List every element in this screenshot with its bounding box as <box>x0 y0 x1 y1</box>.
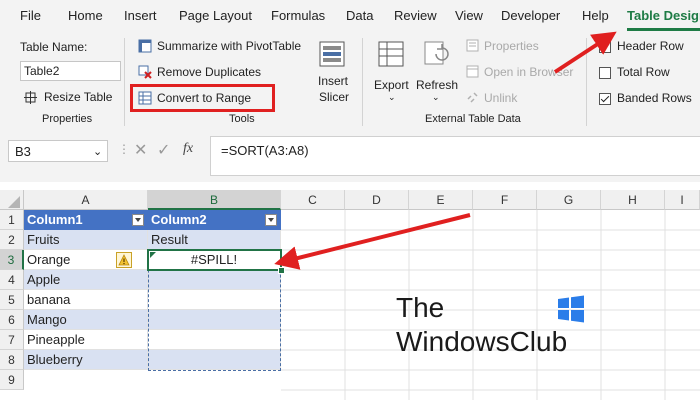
annotation-arrows <box>274 31 617 270</box>
arrow-to-table-design <box>553 31 617 74</box>
arrow-to-spill-cell <box>274 213 471 270</box>
